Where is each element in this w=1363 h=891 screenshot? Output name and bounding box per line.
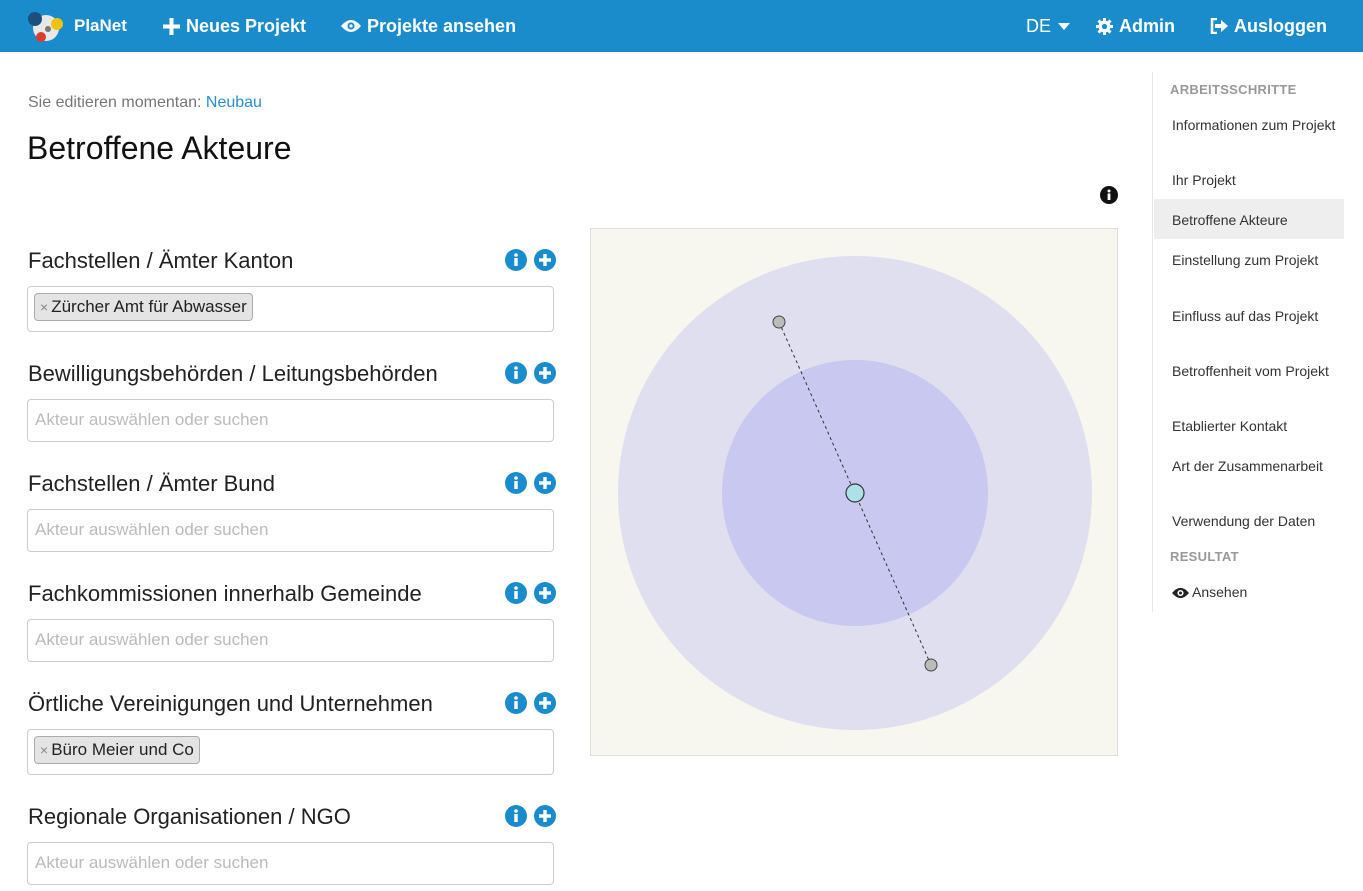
eye-icon: [341, 19, 361, 33]
plus-circle-icon[interactable]: [534, 805, 556, 827]
sidebar-item-ansehen[interactable]: Ansehen: [1154, 585, 1344, 600]
view-projects-label: Projekte ansehen: [367, 15, 517, 36]
sidebar-item-informationen[interactable]: Informationen zum Projekt: [1154, 118, 1344, 133]
top-navbar: PlaNet Neues Projekt Projekte ansehen DE: [0, 0, 1363, 52]
plus-circle-icon[interactable]: [534, 249, 556, 271]
project-center-node[interactable]: [845, 483, 865, 503]
sign-out-icon: [1210, 18, 1228, 34]
group-label: Fachstellen / Ämter Kanton: [28, 248, 294, 273]
new-project-label: Neues Projekt: [186, 15, 307, 36]
brand-name: PlaNet: [74, 16, 127, 35]
ansehen-label: Ansehen: [1192, 584, 1248, 600]
plus-icon: [163, 17, 180, 35]
result-heading: RESULTAT: [1170, 549, 1239, 564]
plus-circle-icon[interactable]: [534, 472, 556, 494]
group-label: Örtliche Vereinigungen und Unternehmen: [28, 691, 433, 716]
logout-link[interactable]: Ausloggen: [1210, 0, 1327, 52]
current-project-link[interactable]: Neubau: [206, 94, 262, 111]
group-label: Bewilligungsbehörden / Leitungsbehörden: [28, 361, 438, 386]
sidebar-item-einstellung[interactable]: Einstellung zum Projekt: [1154, 253, 1344, 268]
logout-label: Ausloggen: [1234, 15, 1327, 36]
actor-map-panel: [590, 228, 1118, 756]
actor-select-field[interactable]: × Büro Meier und Co: [27, 729, 554, 775]
info-circle-icon[interactable]: [505, 805, 527, 827]
actor-select-placeholder: Akteur auswählen oder suchen: [35, 853, 269, 872]
remove-tag-button[interactable]: ×: [40, 742, 48, 758]
steps-heading: ARBEITSSCHRITTE: [1170, 82, 1297, 97]
plus-circle-icon[interactable]: [534, 582, 556, 604]
actor-node[interactable]: [924, 658, 938, 672]
admin-label: Admin: [1119, 15, 1175, 36]
actor-select-field[interactable]: Akteur auswählen oder suchen: [27, 399, 554, 442]
workflow-sidebar: ARBEITSSCHRITTE Informationen zum Projek…: [1152, 72, 1345, 612]
plus-circle-icon[interactable]: [534, 362, 556, 384]
caret-down-icon: [1058, 22, 1071, 30]
sidebar-item-ihr-projekt[interactable]: Ihr Projekt: [1154, 173, 1344, 188]
info-circle-icon[interactable]: [1100, 186, 1118, 204]
sidebar-item-einfluss[interactable]: Einfluss auf das Projekt: [1154, 309, 1344, 324]
actor-select-placeholder: Akteur auswählen oder suchen: [35, 520, 269, 539]
actor-select-field[interactable]: × Zürcher Amt für Abwasser: [27, 286, 554, 332]
info-circle-icon[interactable]: [505, 582, 527, 604]
selected-actor-label: Büro Meier und Co: [51, 740, 194, 759]
eye-icon: [1172, 587, 1189, 598]
editing-context: Sie editieren momentan: Neubau: [28, 94, 262, 112]
actor-map: [618, 256, 1092, 730]
info-circle-icon[interactable]: [505, 692, 527, 714]
selected-actor-tag: × Büro Meier und Co: [34, 736, 200, 764]
editing-context-prefix: Sie editieren momentan:: [28, 94, 202, 111]
brand-link[interactable]: PlaNet: [26, 0, 127, 52]
selected-actor-tag: × Zürcher Amt für Abwasser: [34, 293, 253, 321]
group-label: Regionale Organisationen / NGO: [28, 804, 351, 829]
actor-node[interactable]: [772, 315, 786, 329]
remove-tag-button[interactable]: ×: [40, 299, 48, 315]
info-circle-icon[interactable]: [505, 362, 527, 384]
actor-select-field[interactable]: Akteur auswählen oder suchen: [27, 842, 554, 885]
info-circle-icon[interactable]: [505, 249, 527, 271]
group-label: Fachkommissionen innerhalb Gemeinde: [28, 581, 422, 606]
gear-icon: [1096, 17, 1113, 35]
plus-circle-icon[interactable]: [534, 692, 556, 714]
language-label: DE: [1026, 15, 1052, 36]
sidebar-item-betroffenheit[interactable]: Betroffenheit vom Projekt: [1154, 364, 1344, 379]
sidebar-item-zusammenarbeit[interactable]: Art der Zusammenarbeit: [1154, 459, 1344, 474]
page-title: Betroffene Akteure: [27, 130, 292, 166]
language-dropdown[interactable]: DE: [1026, 0, 1071, 52]
planet-logo-icon: [28, 12, 63, 42]
actor-select-field[interactable]: Akteur auswählen oder suchen: [27, 509, 554, 552]
actor-select-field[interactable]: Akteur auswählen oder suchen: [27, 619, 554, 662]
group-label: Fachstellen / Ämter Bund: [28, 471, 276, 496]
sidebar-item-verwendung[interactable]: Verwendung der Daten: [1154, 514, 1344, 529]
sidebar-item-kontakt[interactable]: Etablierter Kontakt: [1154, 419, 1344, 434]
actor-select-placeholder: Akteur auswählen oder suchen: [35, 630, 269, 649]
actor-select-placeholder: Akteur auswählen oder suchen: [35, 410, 269, 429]
view-projects-link[interactable]: Projekte ansehen: [341, 0, 516, 52]
info-circle-icon[interactable]: [505, 472, 527, 494]
sidebar-item-betroffene-akteure[interactable]: Betroffene Akteure: [1154, 199, 1344, 239]
selected-actor-label: Zürcher Amt für Abwasser: [51, 297, 247, 316]
new-project-link[interactable]: Neues Projekt: [163, 0, 306, 52]
admin-link[interactable]: Admin: [1096, 0, 1175, 52]
